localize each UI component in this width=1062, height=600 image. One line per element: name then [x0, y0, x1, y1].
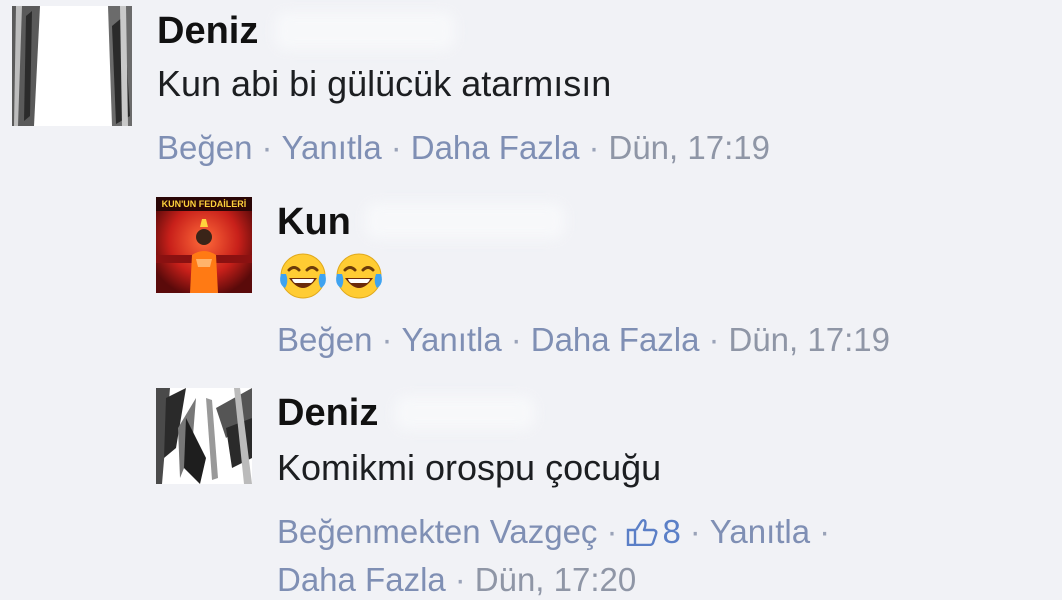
- comment-actions-line-2: Daha Fazla · Dün, 17:20: [277, 560, 636, 600]
- separator-dot: ·: [381, 321, 393, 358]
- separator-dot: ·: [588, 129, 600, 166]
- comment-text: Kun abi bi gülücük atarmısın: [157, 63, 612, 104]
- avatar[interactable]: [156, 388, 252, 484]
- like-link[interactable]: Beğen: [157, 129, 252, 166]
- more-link[interactable]: Daha Fazla: [277, 561, 446, 598]
- avatar-image: KUN'UN FEDAİLERİ: [156, 197, 252, 293]
- separator-dot: ·: [261, 129, 273, 166]
- avatar[interactable]: KUN'UN FEDAİLERİ: [156, 197, 252, 293]
- comment-actions: Beğen · Yanıtla · Daha Fazla · Dün, 17:19: [277, 320, 890, 360]
- like-count[interactable]: 8: [626, 513, 681, 550]
- face-with-tears-of-joy-icon: [280, 253, 326, 299]
- separator-dot: ·: [510, 321, 522, 358]
- separator-dot: ·: [390, 129, 402, 166]
- separator-dot: ·: [819, 513, 831, 550]
- avatar-label: KUN'UN FEDAİLERİ: [162, 199, 247, 209]
- more-link[interactable]: Daha Fazla: [411, 129, 580, 166]
- comment-author[interactable]: Deniz: [157, 11, 258, 51]
- reply-link[interactable]: Yanıtla: [401, 321, 501, 358]
- comment-actions: Beğenmekten Vazgeç · 8 · Yanıtla ·: [277, 512, 839, 552]
- avatar[interactable]: [12, 6, 132, 126]
- face-with-tears-of-joy-icon: [336, 253, 382, 299]
- avatar-image: [156, 388, 252, 484]
- like-link[interactable]: Beğen: [277, 321, 372, 358]
- separator-dot: ·: [708, 321, 720, 358]
- separator-dot: ·: [689, 513, 701, 550]
- redacted-surname: [275, 12, 455, 50]
- emoji-content: [277, 250, 385, 302]
- separator-dot: ·: [606, 513, 618, 550]
- comment-text: Komikmi orospu çocuğu: [277, 447, 662, 488]
- timestamp[interactable]: Dün, 17:20: [475, 561, 636, 598]
- redacted-surname: [395, 396, 535, 430]
- redacted-surname: [365, 203, 565, 239]
- avatar-image: [12, 6, 132, 126]
- timestamp[interactable]: Dün, 17:19: [609, 129, 770, 166]
- comment-author[interactable]: Kun: [277, 202, 351, 242]
- thumbs-up-icon: [627, 519, 658, 547]
- comment-actions: Beğen · Yanıtla · Daha Fazla · Dün, 17:19: [157, 128, 770, 168]
- timestamp[interactable]: Dün, 17:19: [729, 321, 890, 358]
- unlike-link[interactable]: Beğenmekten Vazgeç: [277, 513, 597, 550]
- more-link[interactable]: Daha Fazla: [531, 321, 700, 358]
- comment-author[interactable]: Deniz: [277, 393, 378, 433]
- separator-dot: ·: [454, 561, 466, 598]
- reply-link[interactable]: Yanıtla: [281, 129, 381, 166]
- reply-link[interactable]: Yanıtla: [710, 513, 810, 550]
- like-count-value: 8: [662, 513, 681, 550]
